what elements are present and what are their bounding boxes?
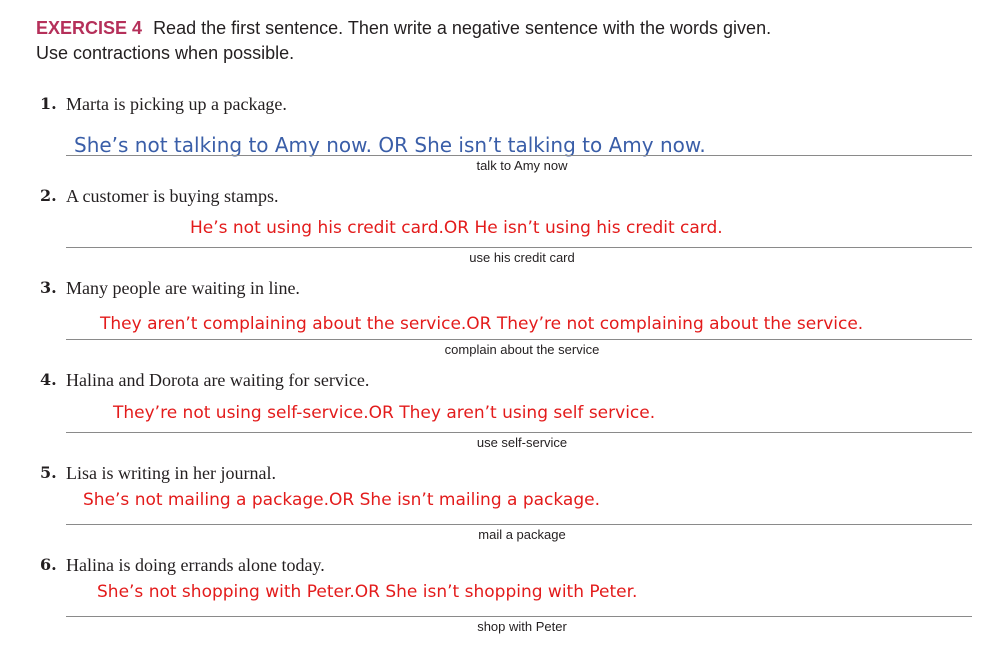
exercise-label: EXERCISE 4 [36, 18, 143, 38]
exercise-item-2: 2. A customer is buying stamps. He’s not… [0, 185, 1002, 277]
item-prompt: Marta is picking up a package. [66, 94, 287, 114]
item-answer: They’re not using self-service.OR They a… [113, 403, 656, 423]
exercise-item-5: 5. Lisa is writing in her journal. She’s… [0, 462, 1002, 554]
answer-line [66, 155, 972, 156]
item-hint: use self-service [476, 435, 568, 450]
item-prompt: A customer is buying stamps. [66, 186, 279, 206]
answer-line [66, 616, 972, 617]
item-number: 4. [40, 370, 57, 389]
answer-line [66, 247, 972, 248]
item-hint: shop with Peter [477, 619, 567, 634]
item-prompt: Halina is doing errands alone today. [66, 555, 325, 575]
item-hint: complain about the service [444, 342, 600, 357]
item-number: 1. [40, 94, 57, 113]
item-prompt: Lisa is writing in her journal. [66, 463, 276, 483]
exercise-header: EXERCISE 4 Read the first sentence. Then… [36, 16, 976, 66]
item-hint: mail a package [478, 527, 566, 542]
exercise-item-4: 4. Halina and Dorota are waiting for ser… [0, 369, 1002, 461]
item-number: 2. [40, 186, 57, 205]
answer-line [66, 339, 972, 340]
item-hint: talk to Amy now [476, 158, 568, 173]
exercise-item-6: 6. Halina is doing errands alone today. … [0, 554, 1002, 646]
item-prompt: Many people are waiting in line. [66, 278, 300, 298]
item-prompt: Halina and Dorota are waiting for servic… [66, 370, 370, 390]
item-answer: She’s not shopping with Peter.OR She isn… [97, 582, 638, 602]
item-answer: She’s not mailing a package.OR She isn’t… [83, 490, 601, 510]
item-number: 3. [40, 278, 57, 297]
exercise-instruction: Read the first sentence. Then write a ne… [153, 18, 772, 38]
item-number: 6. [40, 555, 57, 574]
exercise-item-1: 1. Marta is picking up a package. She’s … [0, 93, 1002, 185]
item-number: 5. [40, 463, 57, 482]
answer-line [66, 524, 972, 525]
item-answer: He’s not using his credit card.OR He isn… [190, 218, 723, 238]
example-answer: She’s not talking to Amy now. OR She isn… [74, 133, 706, 157]
item-hint: use his credit card [469, 250, 575, 265]
exercise-instruction-line2: Use contractions when possible. [36, 43, 295, 63]
answer-line [66, 432, 972, 433]
exercise-item-3: 3. Many people are waiting in line. They… [0, 277, 1002, 369]
item-answer: They aren’t complaining about the servic… [100, 314, 864, 334]
